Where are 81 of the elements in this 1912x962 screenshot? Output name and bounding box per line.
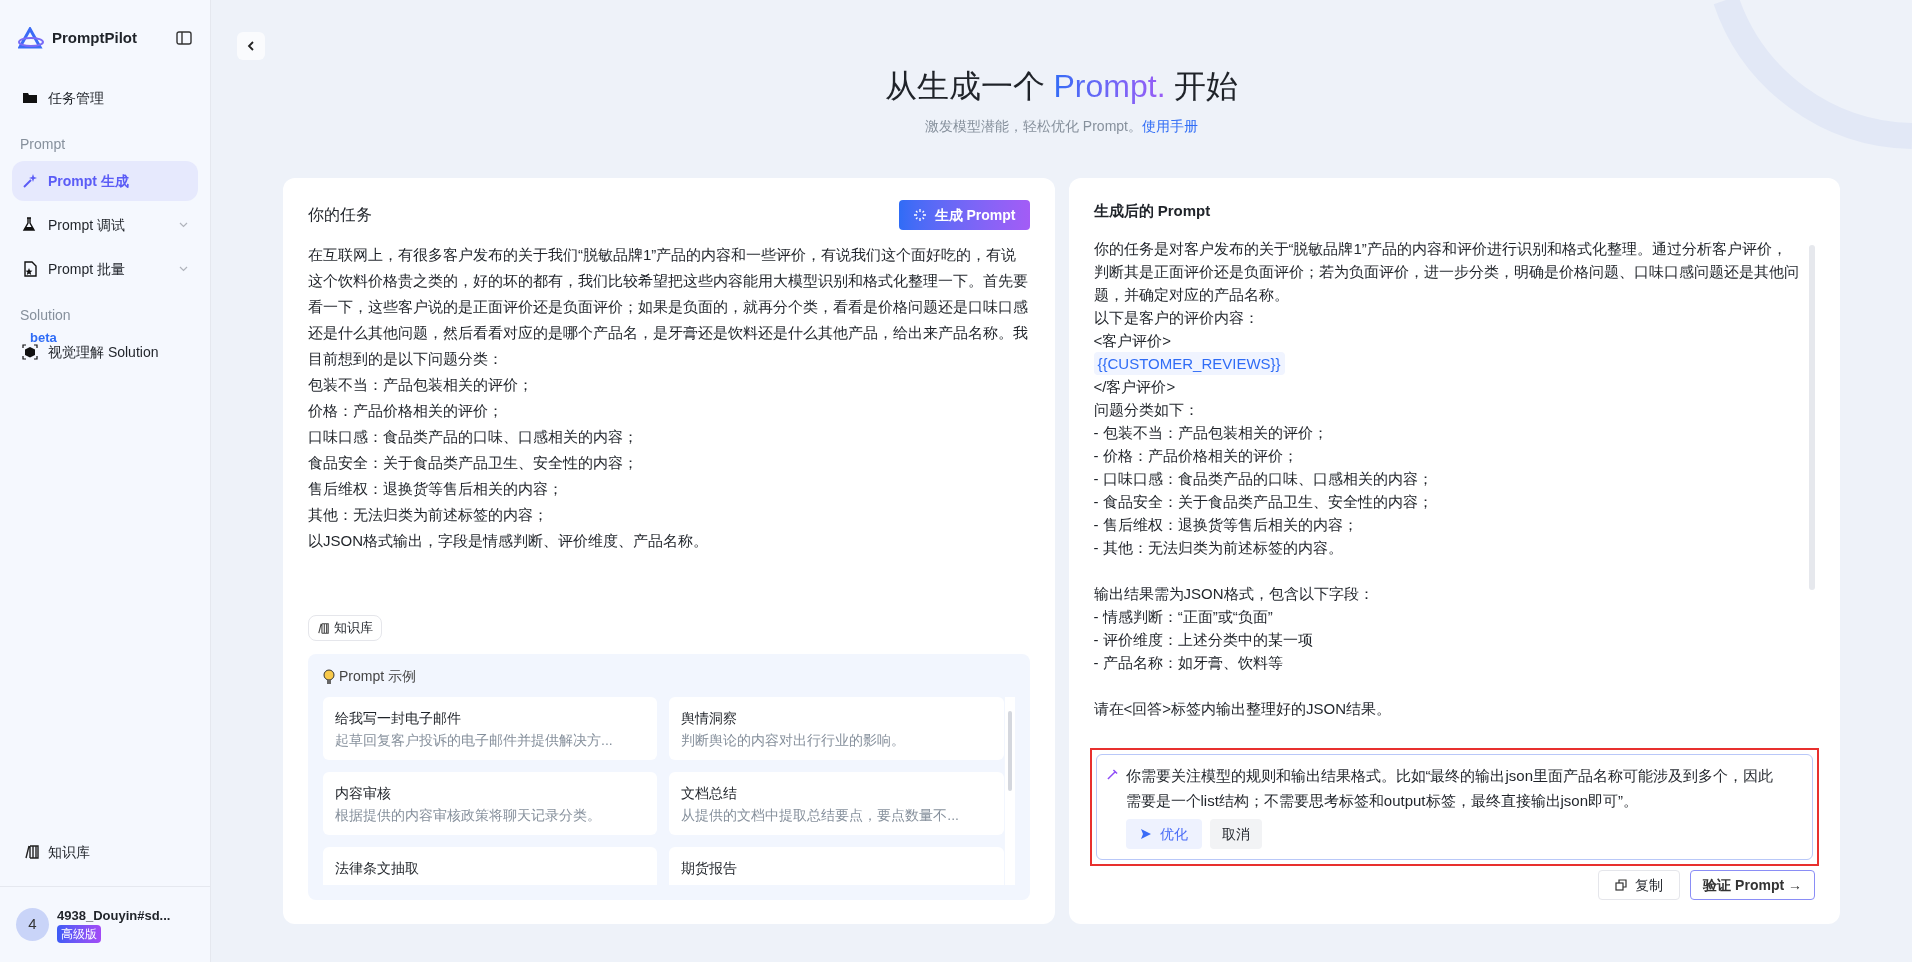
nav-item[interactable]: Prompt 调试 <box>12 205 198 245</box>
flask-icon <box>22 217 38 233</box>
task-text[interactable]: 在互联网上，有很多客户发布的关于我们“脱敏品牌1”产品的内容和一些评价，有说我们这个面好吃的，有说这个饮料价格贵之类的，好的坏的都有，我们比较希望把这些内容能用大模型识别和格式化整理一下。首先要看一下，这些客户说的是正面评价还是负面评价；如果是负面的，就再分个类，看看是价格问题还是口味口感还是什么其他问题，然后看看对应的是哪个产品名，是牙膏还是饮料还是什么其他产品，给出来产品名称。我目前想到的是以下问题分类： 包装不当：产品包装相关的评价； 价格：产品价格相关的评价； 口味口感：食品类产品的口味、口感相关的内容； 食品安全：关于食品类产品卫生、安全性的内容； 售后维权：退换货等售后相关的内容； 其他：无法归类为前述标签的内容； 以JSON格式输出，字段是情感判断、评价维度、产品名称。 <box>308 242 1030 554</box>
prompt-line: 输出结果需为JSON格式，包含以下字段： <box>1093 583 1375 604</box>
prompt-line: - 评价维度：上述分类中的某一项 <box>1093 629 1314 650</box>
example-card[interactable]: 给我写一封电子邮件 起草回复客户投诉的电子邮件并提供解决方... <box>323 697 658 760</box>
example-title: 给我写一封电子邮件 <box>335 709 462 728</box>
prompt-line: - 包装不当：产品包装相关的评价； <box>1093 422 1329 443</box>
example-card[interactable]: 期货报告 <box>669 847 1004 885</box>
back-button[interactable] <box>237 32 265 60</box>
scrollbar[interactable] <box>1809 244 1815 590</box>
section-label: Prompt <box>19 135 67 154</box>
example-description: 起草回复客户投诉的电子邮件并提供解决方... <box>335 731 614 750</box>
example-card[interactable]: 文档总结 从提供的文档中提取总结要点，要点数量不... <box>669 772 1004 835</box>
wand-icon <box>22 173 38 189</box>
example-title: 内容审核 <box>335 784 392 803</box>
nav-item[interactable]: 任务管理 <box>12 78 198 118</box>
nav-item[interactable]: 视觉理解 Solution beta <box>12 332 198 372</box>
prompt-line: - 食品安全：关于食品类产品卫生、安全性的内容； <box>1093 491 1434 512</box>
scrollbar[interactable] <box>1004 697 1015 885</box>
folder-icon <box>22 90 38 106</box>
chevron-down-icon <box>179 222 188 228</box>
nav-item[interactable]: Prompt 生成 <box>12 161 198 201</box>
page-title: 从生成一个 Prompt. 开始 <box>884 67 1239 106</box>
nav-item[interactable]: Prompt 批量 <box>12 249 198 289</box>
example-title: 法律条文抽取 <box>335 859 420 878</box>
example-description: 判断舆论的内容对出行行业的影响。 <box>681 731 907 750</box>
logo-icon <box>18 27 44 49</box>
prompt-line: - 口味口感：食品类产品的口味、口感相关的内容； <box>1093 468 1434 489</box>
prompt-line: </客户评价> <box>1093 376 1177 397</box>
star-doc-icon <box>22 261 38 277</box>
prompt-line: - 产品名称：如牙膏、饮料等 <box>1093 652 1284 673</box>
copy-icon <box>1615 879 1628 891</box>
knowledge-base-link[interactable]: 知识库 <box>0 830 210 874</box>
generate-button[interactable]: 生成 Prompt <box>898 200 1030 230</box>
prompt-line: - 情感判断：“正面”或“负面” <box>1093 606 1274 627</box>
cube-icon <box>22 344 38 360</box>
template-variable: {{CUSTOMER_REVIEWS}} <box>1093 351 1285 375</box>
prompt-line: 请在<回答>标签内输出整理好的JSON结果。 <box>1093 698 1393 719</box>
example-title: 期货报告 <box>681 859 739 878</box>
prompt-line: - 售后维权：退换货等售后相关的内容； <box>1093 514 1359 535</box>
sidebar-toggle-icon[interactable] <box>176 31 192 45</box>
sparkle-icon <box>912 208 927 222</box>
optimize-button[interactable]: 优化 <box>1125 819 1202 849</box>
plan-badge: 高级版 <box>57 925 101 944</box>
brand-name: PromptPilot <box>52 27 137 48</box>
user-avatar[interactable]: 4 <box>16 908 49 941</box>
chevron-left-icon <box>247 41 255 51</box>
prompt-line: 你的任务是对客户发布的关于“脱敏品牌1”产品的内容和评价进行识别和格式化整理。通过分析客户评价，判断其是正面评价还是负面评价；若为负面评价，进一步分类，明确是价格问题、口味口感问题还是其他问题，并确定对应的产品名称。 <box>1093 238 1800 305</box>
example-card[interactable]: 舆情洞察 判断舆论的内容对出行行业的影响。 <box>669 697 1004 760</box>
card-title: 你的任务 <box>308 205 372 225</box>
feedback-box[interactable]: 你需要关注模型的规则和输出结果格式。比如“最终的输出json里面产品名称可能涉及到多个，因此需要是一个list结构；不需要思考标签和output标签，最终直接输出json即可”。 优化 取消 <box>1095 754 1813 860</box>
prompt-line: - 其他：无法归类为前述标签的内容。 <box>1093 537 1344 558</box>
knowledge-base-chip[interactable]: 知识库 <box>308 615 382 641</box>
examples-title: Prompt 示例 <box>339 667 416 686</box>
chevron-down-icon <box>179 266 188 272</box>
card-title: 生成后的 Prompt <box>1093 201 1212 221</box>
page-subtitle: 激发模型潜能，轻松优化 Prompt。 <box>925 117 1142 136</box>
lightbulb-icon <box>323 668 335 685</box>
magic-pen-icon <box>1106 769 1118 780</box>
example-title: 舆情洞察 <box>681 709 739 728</box>
example-description: 从提供的文档中提取总结要点，要点数量不... <box>681 806 960 825</box>
cancel-button[interactable]: 取消 <box>1209 819 1262 849</box>
example-card[interactable]: 法律条文抽取 <box>323 847 658 885</box>
books-icon <box>317 622 330 634</box>
user-name: 4938_Douyin#sd... <box>57 906 171 925</box>
copy-button[interactable]: 复制 <box>1598 870 1681 900</box>
send-icon <box>1139 828 1152 840</box>
example-description: 根据提供的内容审核政策将聊天记录分类。 <box>335 806 602 825</box>
books-icon <box>24 845 40 859</box>
example-card[interactable]: 内容审核 根据提供的内容审核政策将聊天记录分类。 <box>323 772 658 835</box>
prompt-line: 以下是客户的评价内容： <box>1093 307 1260 328</box>
section-label: Solution <box>19 306 72 325</box>
prompt-line: - 价格：产品价格相关的评价； <box>1093 445 1299 466</box>
example-title: 文档总结 <box>681 784 739 803</box>
prompt-line: 问题分类如下： <box>1093 399 1200 420</box>
feedback-text[interactable]: 你需要关注模型的规则和输出结果格式。比如“最终的输出json里面产品名称可能涉及到多个，因此需要是一个list结构；不需要思考标签和output标签，最终直接输出json即可”。 <box>1125 763 1802 813</box>
prompt-line: <客户评价> <box>1093 330 1173 351</box>
verify-button[interactable]: 验证 Prompt → <box>1690 870 1815 900</box>
manual-link[interactable]: 使用手册 <box>1142 116 1198 137</box>
beta-label: beta <box>30 329 57 345</box>
